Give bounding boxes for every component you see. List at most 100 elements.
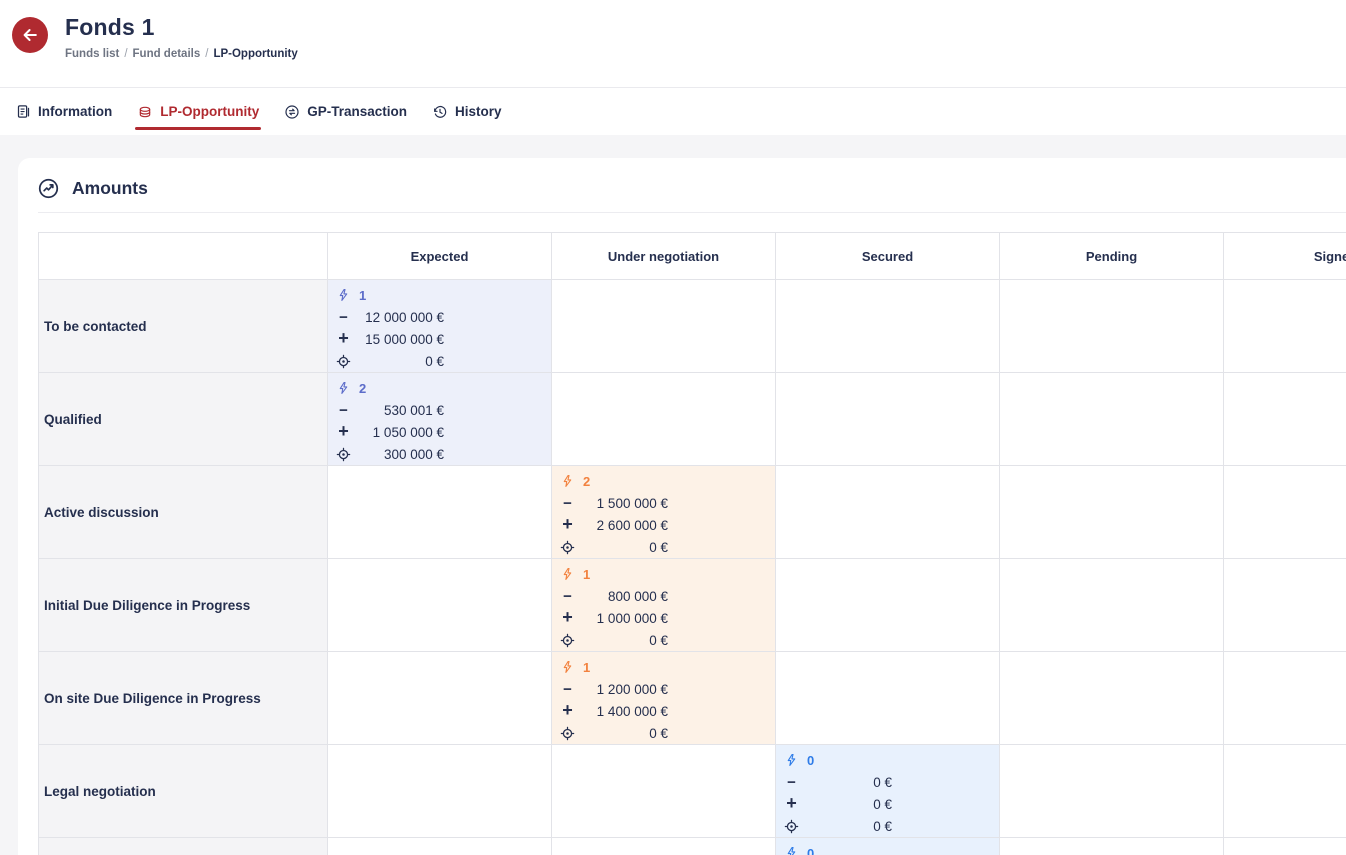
target-icon <box>335 354 352 369</box>
empty-cell <box>1224 466 1346 559</box>
empty-cell <box>1224 745 1346 838</box>
amount-cell[interactable]: 0−0 €+0 €0 € <box>776 745 1000 838</box>
amount-cell[interactable]: 2−530 001 €+1 050 000 €300 000 € <box>328 373 552 466</box>
plus-icon: + <box>559 517 576 533</box>
minus-icon: − <box>335 403 352 418</box>
amounts-card: Amounts ExpectedUnder negotiationSecured… <box>18 158 1346 855</box>
opportunity-count: 2 <box>583 474 590 489</box>
trend-circle-icon <box>38 178 59 199</box>
back-button[interactable] <box>12 17 48 53</box>
tab-bar: Information LP-Opportunity GP-Transactio… <box>0 88 1346 135</box>
amounts-table: ExpectedUnder negotiationSecuredPendingS… <box>38 232 1346 855</box>
empty-cell <box>328 745 552 838</box>
bolt-icon <box>783 753 800 767</box>
opportunity-count: 1 <box>583 660 590 675</box>
amounts-card-header: Amounts <box>38 177 1346 199</box>
empty-cell <box>776 280 1000 373</box>
max-amount: 15 000 000 € <box>352 332 444 347</box>
empty-cell <box>552 280 776 373</box>
corner-header <box>39 233 328 280</box>
amount-cell[interactable]: 1−12 000 000 €+15 000 000 €0 € <box>328 280 552 373</box>
column-header: Expected <box>328 233 552 280</box>
row-label: Qualified <box>39 373 328 466</box>
opportunity-count: 0 <box>807 753 814 768</box>
row-label: Legal negotiation <box>39 745 328 838</box>
tab-history[interactable]: History <box>432 88 502 135</box>
opportunity-count: 2 <box>359 381 366 396</box>
breadcrumb: Funds list / Fund details / LP-Opportuni… <box>65 48 298 60</box>
breadcrumb-separator: / <box>124 48 127 60</box>
bolt-icon <box>783 846 800 855</box>
empty-cell <box>776 559 1000 652</box>
target-amount: 0 € <box>576 726 668 741</box>
empty-cell <box>552 373 776 466</box>
amount-block: 1−12 000 000 €+15 000 000 €0 € <box>328 280 551 372</box>
empty-cell <box>328 559 552 652</box>
row-label: To be contacted <box>39 280 328 373</box>
amount-block: 0−0 €+0 €0 € <box>776 745 999 837</box>
transaction-icon <box>284 104 300 120</box>
content-area: Amounts ExpectedUnder negotiationSecured… <box>0 135 1346 855</box>
min-amount: 0 € <box>800 775 892 790</box>
empty-cell <box>1000 559 1224 652</box>
plus-icon: + <box>335 424 352 440</box>
minus-icon: − <box>559 496 576 511</box>
history-icon <box>432 104 448 120</box>
empty-cell <box>776 652 1000 745</box>
bolt-icon <box>559 660 576 674</box>
max-amount: 0 € <box>800 797 892 812</box>
empty-cell <box>1000 838 1224 855</box>
max-amount: 2 600 000 € <box>576 518 668 533</box>
max-amount: 1 000 000 € <box>576 611 668 626</box>
plus-icon: + <box>335 331 352 347</box>
opportunity-count: 1 <box>359 288 366 303</box>
amount-block: 1−800 000 €+1 000 000 €0 € <box>552 559 775 651</box>
tab-information[interactable]: Information <box>16 88 112 135</box>
empty-cell <box>328 652 552 745</box>
empty-cell <box>1224 652 1346 745</box>
breadcrumb-current: LP-Opportunity <box>213 48 297 60</box>
arrow-left-icon <box>20 25 40 45</box>
tab-lp-opportunity[interactable]: LP-Opportunity <box>137 88 259 135</box>
plus-icon: + <box>783 796 800 812</box>
target-amount: 0 € <box>576 633 668 648</box>
minus-icon: − <box>559 682 576 697</box>
min-amount: 12 000 000 € <box>352 310 444 325</box>
row-label: Initial Due Diligence in Progress <box>39 559 328 652</box>
plus-icon: + <box>559 610 576 626</box>
opportunity-count: 0 <box>807 846 814 855</box>
empty-cell <box>1000 373 1224 466</box>
tab-label: Information <box>38 104 112 119</box>
target-icon <box>559 633 576 648</box>
breadcrumb-funds-list[interactable]: Funds list <box>65 48 119 60</box>
tab-gp-transaction[interactable]: GP-Transaction <box>284 88 407 135</box>
max-amount: 1 400 000 € <box>576 704 668 719</box>
empty-cell <box>1224 559 1346 652</box>
bolt-icon <box>559 474 576 488</box>
empty-cell <box>776 373 1000 466</box>
empty-cell <box>552 838 776 855</box>
app-screen: Fonds 1 Funds list / Fund details / LP-O… <box>0 0 1346 855</box>
min-amount: 800 000 € <box>576 589 668 604</box>
empty-cell <box>1000 652 1224 745</box>
amount-block: 0−0 €+0 €0 € <box>776 838 999 855</box>
amount-cell[interactable]: 1−800 000 €+1 000 000 €0 € <box>552 559 776 652</box>
breadcrumb-fund-details[interactable]: Fund details <box>133 48 201 60</box>
row-label: Active discussion <box>39 466 328 559</box>
empty-cell <box>1000 745 1224 838</box>
amount-cell[interactable]: 1−1 200 000 €+1 400 000 €0 € <box>552 652 776 745</box>
amount-cell[interactable]: 0−0 €+0 €0 € <box>776 838 1000 855</box>
amount-block: 2−1 500 000 €+2 600 000 €0 € <box>552 466 775 558</box>
column-header: Signed <box>1224 233 1346 280</box>
opportunity-count: 1 <box>583 567 590 582</box>
coins-icon <box>137 104 153 120</box>
amount-cell[interactable]: 2−1 500 000 €+2 600 000 €0 € <box>552 466 776 559</box>
empty-cell <box>1224 373 1346 466</box>
tab-label: History <box>455 104 502 119</box>
target-amount: 300 000 € <box>352 447 444 462</box>
breadcrumb-separator: / <box>205 48 208 60</box>
section-title: Amounts <box>72 178 148 199</box>
bolt-icon <box>335 288 352 302</box>
document-icon <box>16 104 31 119</box>
minus-icon: − <box>335 310 352 325</box>
